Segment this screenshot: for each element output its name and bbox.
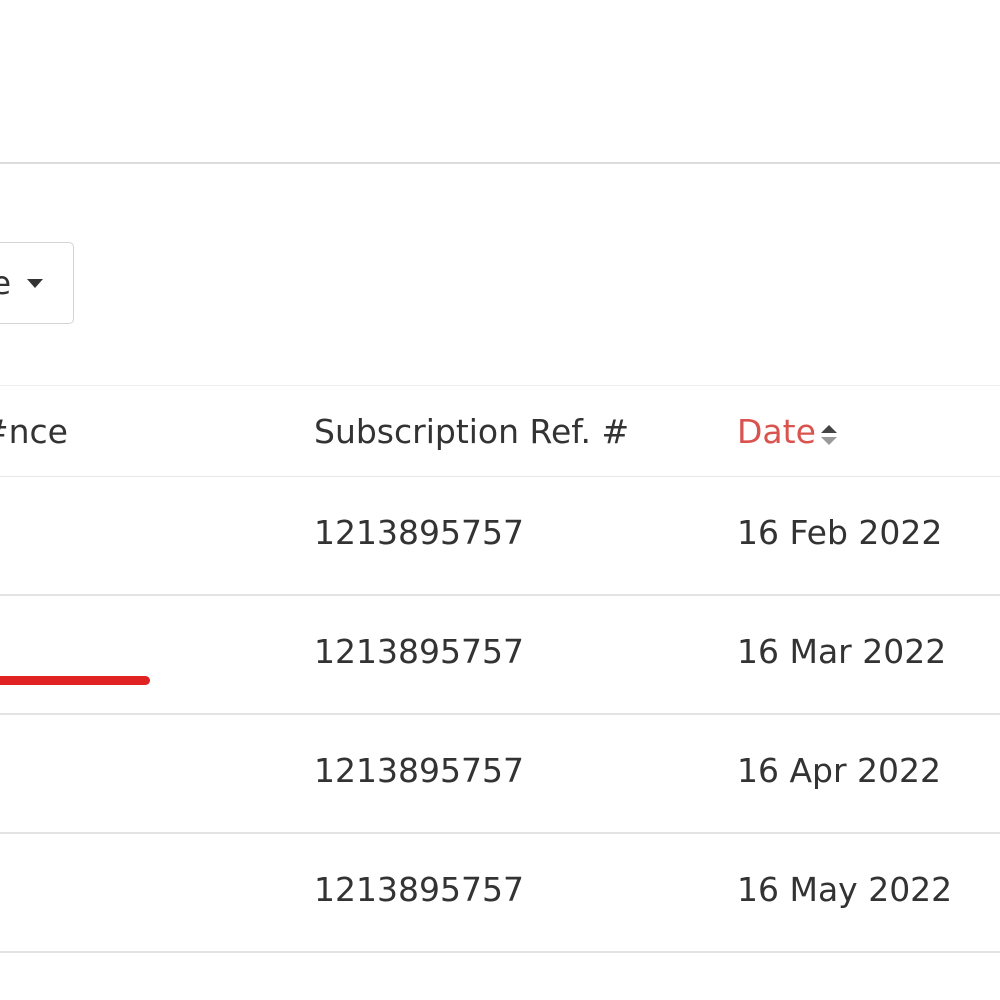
page: e nce# Subscription Ref. # Date 12138957… [0, 0, 1000, 1000]
annotation-underline [0, 676, 150, 685]
header-reference[interactable]: nce# [0, 412, 68, 451]
table-row: 1213895757 16 Feb 2022 [0, 477, 1000, 596]
header-date[interactable]: Date [737, 412, 816, 451]
date-cell: 16 Feb 2022 [737, 513, 943, 552]
top-divider [0, 162, 1000, 164]
date-cell: 16 May 2022 [737, 870, 953, 909]
header-subscription-ref[interactable]: Subscription Ref. # [314, 412, 629, 451]
caret-down-icon [27, 279, 43, 288]
subscription-ref-cell: 1213895757 [314, 513, 524, 552]
date-cell: 16 Apr 2022 [737, 751, 942, 790]
transactions-table: nce# Subscription Ref. # Date 1213895757… [0, 385, 1000, 953]
table-row: 1213895757 16 May 2022 [0, 834, 1000, 953]
table-row: 1213895757 16 Apr 2022 [0, 715, 1000, 834]
table-header-row: nce# Subscription Ref. # Date [0, 385, 1000, 477]
subscription-ref-cell: 1213895757 [314, 751, 524, 790]
table-row: 1213895757 16 Mar 2022 [0, 596, 1000, 715]
filter-dropdown-label: e [0, 265, 11, 301]
sort-icon[interactable] [819, 423, 839, 447]
subscription-ref-cell: 1213895757 [314, 870, 524, 909]
subscription-ref-cell: 1213895757 [314, 632, 524, 671]
filter-dropdown[interactable]: e [0, 242, 74, 324]
date-cell: 16 Mar 2022 [737, 632, 947, 671]
